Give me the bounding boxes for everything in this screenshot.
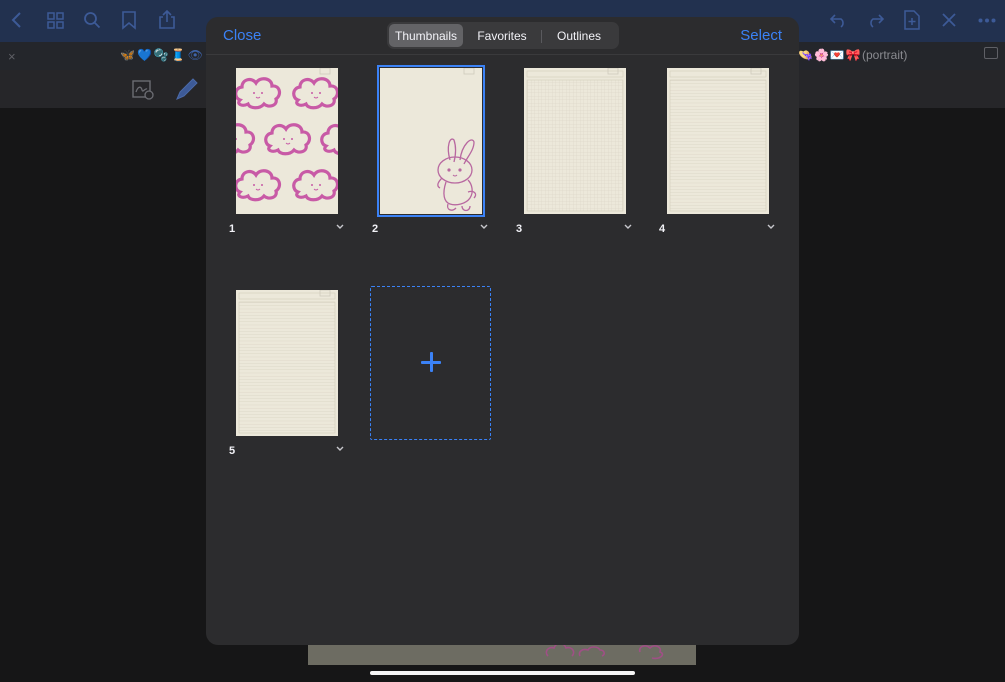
view-mode-segmented-control: Thumbnails Favorites Outlines bbox=[387, 22, 619, 49]
tab-close-icon: × bbox=[8, 49, 16, 64]
page-5-options-chevron-icon[interactable] bbox=[336, 446, 348, 456]
lined-paper-image bbox=[238, 290, 336, 434]
close-document-icon bbox=[941, 12, 957, 28]
lined-paper-image bbox=[669, 68, 767, 212]
grid-paper-image bbox=[526, 68, 624, 212]
page-thumbnail-5[interactable] bbox=[236, 290, 338, 436]
pen-tool-icon bbox=[174, 76, 200, 107]
page-number-5: 5 bbox=[229, 445, 236, 457]
page-number-2: 2 bbox=[372, 223, 379, 235]
page-thumbnail-3[interactable] bbox=[524, 68, 626, 214]
page-1-options-chevron-icon[interactable] bbox=[336, 224, 348, 234]
tab-title: (portrait) bbox=[862, 48, 908, 62]
add-page-button[interactable] bbox=[370, 286, 491, 440]
app-window: × 🦋💙🫧🧵👁📗 👒🌸💌🎀 (portrait) Close Thumbnail… bbox=[0, 0, 1005, 682]
page-navigator-modal: Close Thumbnails Favorites Outlines Sele… bbox=[206, 17, 799, 645]
cloud-pattern-image bbox=[236, 68, 338, 202]
page-3-options-chevron-icon[interactable] bbox=[624, 224, 636, 234]
bookmark-icon bbox=[121, 11, 137, 30]
add-page-icon bbox=[903, 10, 921, 30]
page-thumbnail-4[interactable] bbox=[667, 68, 769, 214]
page-number-3: 3 bbox=[516, 223, 523, 235]
split-view-icon bbox=[984, 47, 998, 59]
tab-emoji-right: 👒🌸💌🎀 bbox=[798, 48, 862, 62]
page-4-options-chevron-icon[interactable] bbox=[767, 224, 779, 234]
share-icon bbox=[158, 10, 176, 30]
page-thumbnail-2[interactable] bbox=[377, 65, 485, 217]
bunny-illustration-image bbox=[437, 68, 477, 212]
grid-view-icon bbox=[47, 12, 65, 30]
undo-icon bbox=[829, 12, 849, 28]
back-chevron-icon bbox=[10, 11, 24, 29]
modal-header: Close Thumbnails Favorites Outlines Sele… bbox=[206, 17, 799, 55]
lasso-image-icon bbox=[132, 80, 154, 105]
plus-icon bbox=[421, 352, 441, 372]
close-button[interactable]: Close bbox=[223, 27, 261, 44]
page-thumbnail-1[interactable] bbox=[236, 68, 338, 214]
page-2-options-chevron-icon[interactable] bbox=[480, 224, 492, 234]
select-button[interactable]: Select bbox=[740, 27, 782, 44]
more-options-icon bbox=[978, 18, 996, 23]
page-number-4: 4 bbox=[659, 223, 666, 235]
home-indicator[interactable] bbox=[370, 671, 635, 675]
tab-outlines[interactable]: Outlines bbox=[541, 24, 617, 47]
search-icon bbox=[83, 11, 101, 29]
page-number-1: 1 bbox=[229, 223, 236, 235]
redo-icon bbox=[865, 12, 885, 28]
tab-favorites[interactable]: Favorites bbox=[463, 24, 541, 47]
tab-thumbnails[interactable]: Thumbnails bbox=[389, 24, 463, 47]
